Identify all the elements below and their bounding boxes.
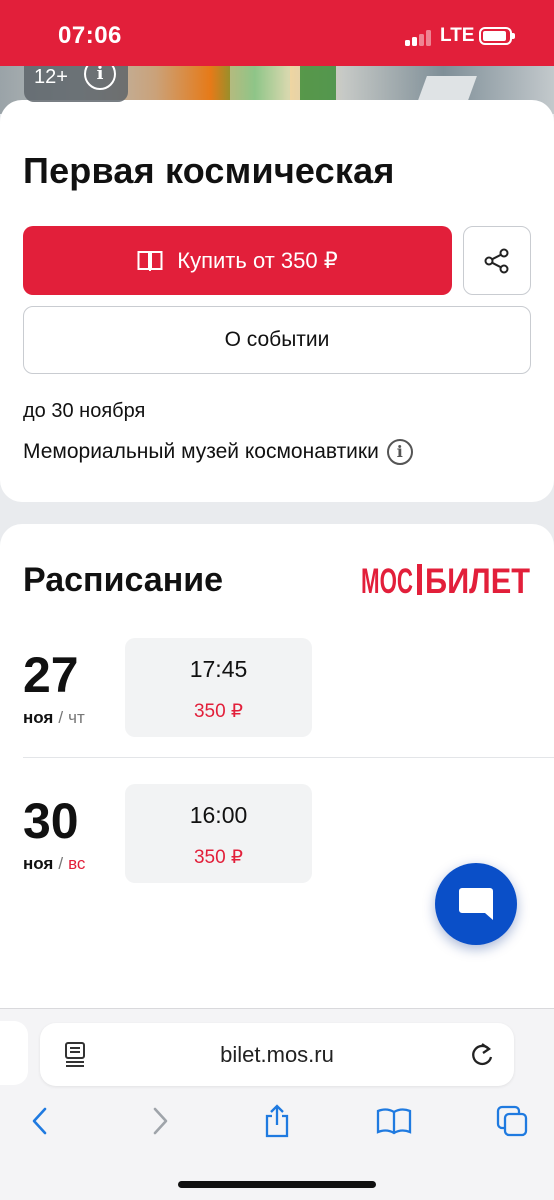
address-bar[interactable]: bilet.mos.ru bbox=[40, 1023, 514, 1086]
svg-text:МОС: МОС bbox=[361, 562, 413, 600]
session-slot[interactable]: 16:00 350 ₽ bbox=[125, 784, 312, 883]
session-price: 350 ₽ bbox=[193, 701, 244, 722]
schedule-month: ноя bbox=[23, 854, 54, 873]
event-title: Первая космическая bbox=[23, 150, 395, 191]
event-venue[interactable]: Мемориальный музей космонавтики bbox=[23, 439, 413, 465]
schedule-day: 27 bbox=[23, 647, 79, 703]
share-button[interactable] bbox=[463, 226, 531, 295]
event-card: Первая космическая Купить от 350 ₽ О соб… bbox=[0, 100, 554, 502]
schedule-month: ноя bbox=[23, 708, 54, 727]
signal-icon bbox=[405, 30, 435, 46]
previous-tab-preview[interactable] bbox=[0, 1021, 28, 1085]
bookmarks-button[interactable] bbox=[374, 1101, 414, 1141]
svg-text:БИЛЕТ: БИЛЕТ bbox=[425, 562, 530, 600]
row-divider bbox=[23, 757, 554, 758]
event-date-range: до 30 ноября bbox=[23, 400, 146, 422]
chat-icon bbox=[459, 888, 493, 920]
schedule-day: 30 bbox=[23, 793, 79, 849]
browser-toolbar bbox=[0, 1101, 554, 1151]
home-indicator bbox=[178, 1181, 376, 1188]
network-label: LTE bbox=[440, 25, 475, 46]
info-icon[interactable] bbox=[386, 439, 413, 465]
battery-icon bbox=[479, 27, 515, 45]
tabs-button[interactable] bbox=[492, 1101, 532, 1141]
venue-name: Мемориальный музей космонавтики bbox=[23, 440, 379, 463]
share-sheet-icon bbox=[265, 1104, 289, 1138]
bookmarks-icon bbox=[376, 1108, 412, 1135]
session-price: 350 ₽ bbox=[193, 847, 244, 868]
schedule-month-weekday: ноя / вс bbox=[23, 854, 86, 873]
back-button[interactable] bbox=[20, 1101, 60, 1141]
back-icon bbox=[32, 1107, 47, 1135]
url-text: bilet.mos.ru bbox=[220, 1042, 334, 1067]
schedule-month-weekday: ноя / чт bbox=[23, 708, 85, 727]
share-sheet-button[interactable] bbox=[257, 1101, 297, 1141]
browser-bottom-bar: bilet.mos.ru bbox=[0, 1008, 554, 1200]
reload-icon[interactable] bbox=[468, 1041, 496, 1069]
chat-button[interactable] bbox=[435, 863, 517, 945]
schedule-row: 27 ноя / чт 17:45 350 ₽ bbox=[0, 638, 554, 760]
schedule-title: Расписание bbox=[23, 561, 224, 599]
status-bar: 07:06 LTE bbox=[0, 0, 554, 66]
session-time: 16:00 bbox=[189, 802, 248, 828]
forward-button[interactable] bbox=[140, 1101, 180, 1141]
status-time: 07:06 bbox=[58, 22, 122, 49]
buy-ticket-button[interactable]: Купить от 350 ₽ bbox=[23, 226, 452, 295]
session-time: 17:45 bbox=[189, 656, 248, 682]
buy-ticket-label: Купить от 350 ₽ bbox=[177, 247, 338, 273]
about-event-button[interactable]: О событии bbox=[23, 306, 531, 374]
schedule-weekday: чт bbox=[68, 708, 85, 727]
schedule-card: Расписание МОС БИЛЕТ 27 ноя / чт 17:45 350… bbox=[0, 524, 554, 1024]
forward-icon bbox=[153, 1107, 168, 1135]
tabs-icon bbox=[496, 1105, 528, 1137]
book-icon bbox=[137, 250, 163, 271]
age-rating-badge: 12+ bbox=[24, 58, 128, 102]
session-slot[interactable]: 17:45 350 ₽ bbox=[125, 638, 312, 737]
schedule-weekday: вс bbox=[68, 854, 86, 873]
age-rating: 12+ bbox=[34, 66, 68, 88]
mosbilet-logo: МОС БИЛЕТ bbox=[361, 562, 530, 600]
share-icon bbox=[484, 248, 509, 273]
